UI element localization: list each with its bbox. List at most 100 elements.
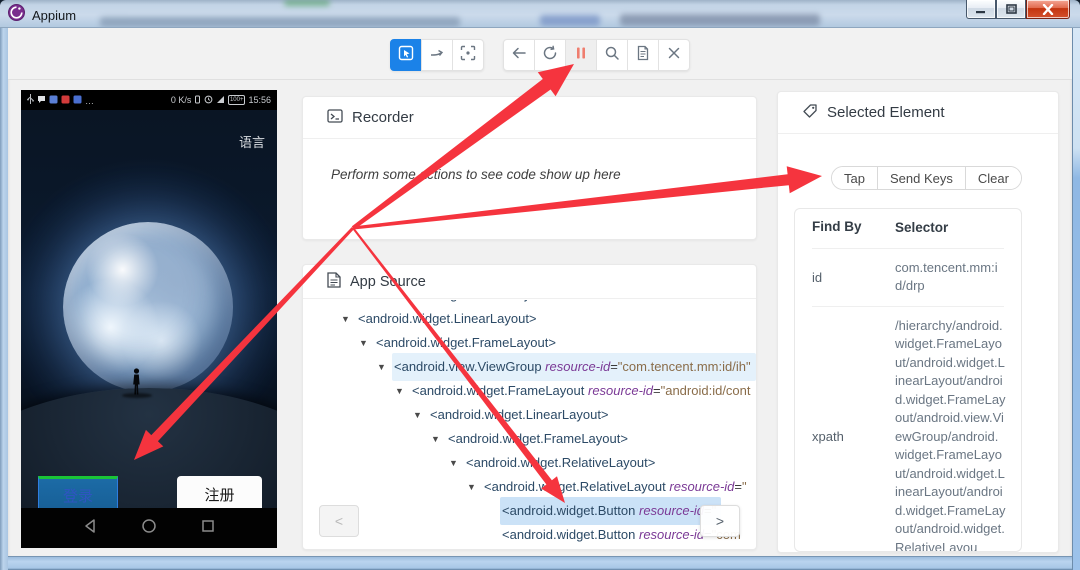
earth-image — [63, 222, 233, 392]
tree-node-relativelayout[interactable]: ▼ <android.widget.RelativeLayout resource… — [303, 475, 756, 499]
tree-node-button[interactable]: <android.widget.Button resource-id=" — [303, 497, 756, 525]
net-speed: 0 K/s — [170, 95, 192, 105]
selector-table-header: Find By Selector — [795, 209, 1021, 248]
refresh-icon — [542, 45, 558, 66]
title-bar: Appium — [0, 0, 1080, 28]
pause-recording-button[interactable] — [565, 39, 597, 71]
col-selector: Selector — [895, 220, 949, 235]
pause-icon — [573, 45, 589, 66]
caret-down-icon[interactable]: ▼ — [341, 307, 356, 331]
session-controls-group — [503, 39, 690, 71]
android-nav-bar — [21, 508, 277, 548]
col-find-by: Find By — [812, 219, 862, 234]
expand-tree-button[interactable]: > — [700, 505, 740, 537]
close-button[interactable] — [1026, 0, 1070, 19]
desktop-glare — [620, 14, 820, 26]
desktop-glare — [100, 17, 460, 27]
desktop-glare — [540, 15, 600, 26]
device-status-bar: … 0 K/s 100+ 15:56 — [21, 90, 277, 110]
minimize-button[interactable] — [966, 0, 996, 19]
collapse-tree-button[interactable]: < — [319, 505, 359, 537]
recorder-empty-message: Perform some actions to see code show up… — [331, 167, 621, 182]
interaction-mode-group — [390, 39, 484, 71]
selector-table: Find By Selector id com.tencent.mm:id/drp… — [794, 208, 1022, 552]
selector-row-xpath: xpath/hierarchy/android.widget.FrameLayo… — [795, 307, 1021, 552]
tag-icon — [802, 103, 818, 123]
tree-node-framelayout[interactable]: ▼<android.widget.FrameLayout> — [303, 331, 756, 355]
recorder-header: Recorder — [303, 97, 756, 139]
app-icon — [73, 95, 82, 106]
tree-node-button[interactable]: <android.widget.Button resource-id="com — [303, 523, 756, 547]
copy-xml-source-button[interactable] — [627, 39, 659, 71]
selector-row-id: id com.tencent.mm:id/drp — [795, 249, 1021, 306]
main-content: … 0 K/s 100+ 15:56 语言 登录 注册 Recorder Per… — [8, 28, 1072, 556]
send-keys-button[interactable]: Send Keys — [876, 167, 965, 189]
appium-window: Appium … 0 K/s 100+ 15:56 语言 登录 注册 Recor… — [0, 0, 1080, 570]
selected-element-title: Selected Element — [827, 104, 945, 121]
source-tree: ▼<android.widget.FrameLayout>▼<android.w… — [303, 300, 756, 548]
window-title: Appium — [32, 7, 77, 23]
login-button: 登录 — [38, 476, 118, 508]
selected-element-panel: Selected Element Tap Send Keys Clear Fin… — [777, 91, 1059, 553]
recorder-icon — [327, 108, 343, 128]
selector-value: /hierarchy/android.widget.FrameLayout/an… — [895, 317, 1006, 552]
caret-down-icon[interactable]: ▼ — [413, 403, 428, 427]
element-actions-group: Tap Send Keys Clear — [831, 166, 1022, 190]
caret-down-icon[interactable]: ▼ — [359, 331, 374, 355]
selected-element-header: Selected Element — [778, 92, 1058, 134]
chat-icon — [37, 95, 46, 106]
search-for-element-button[interactable] — [596, 39, 628, 71]
selector-value: com.tencent.mm:id/drp — [895, 259, 998, 294]
app-source-panel: App Source ▼<android.widget.FrameLayout>… — [302, 264, 757, 550]
caret-down-icon[interactable]: ▼ — [449, 451, 464, 475]
app-source-icon — [327, 271, 341, 292]
nav-back-icon — [82, 518, 98, 539]
tree-node-framelayout[interactable]: ▼ <android.widget.FrameLayout resource-id… — [303, 379, 756, 403]
alarm-icon — [204, 95, 213, 106]
vibrate-icon — [194, 95, 201, 106]
select-elements-button[interactable] — [390, 39, 422, 71]
tap-element-button[interactable]: Tap — [832, 167, 877, 189]
more-icon: … — [85, 96, 94, 106]
swipe-arrow-icon — [429, 45, 445, 66]
window-border-left — [0, 28, 8, 570]
tap-by-coordinates-button[interactable] — [452, 39, 484, 71]
cursor-box-icon — [398, 45, 414, 66]
app-source-title: App Source — [350, 273, 426, 290]
person-silhouette — [122, 368, 152, 398]
inspector-toolbar — [8, 28, 1072, 80]
nav-home-icon — [141, 518, 157, 539]
caret-down-icon[interactable]: ▼ — [377, 355, 392, 379]
status-left-icons: … — [27, 94, 97, 106]
tree-node-relativelayout[interactable]: ▼ <android.widget.RelativeLayout> — [303, 451, 756, 475]
caret-down-icon[interactable]: ▼ — [431, 427, 446, 451]
tree-node-viewgroup[interactable]: ▼ <android.view.ViewGroup resource-id="co… — [303, 353, 756, 381]
desktop-glare — [284, 0, 330, 6]
window-border-right — [1072, 28, 1080, 570]
nav-recents-icon — [200, 518, 216, 539]
usb-icon — [27, 94, 34, 106]
tree-node-linearlayout[interactable]: ▼ <android.widget.LinearLayout> — [303, 403, 756, 427]
arrow-left-icon — [511, 45, 527, 66]
device-screenshot[interactable]: … 0 K/s 100+ 15:56 语言 登录 注册 — [21, 90, 277, 548]
swipe-by-coordinates-button[interactable] — [421, 39, 453, 71]
tree-node-framelayout[interactable]: ▼<android.widget.FrameLayout> — [303, 427, 756, 451]
register-button: 注册 — [177, 476, 262, 508]
maximize-button[interactable] — [996, 0, 1026, 19]
caret-down-icon[interactable]: ▼ — [467, 475, 482, 499]
recorder-title: Recorder — [352, 109, 414, 126]
refresh-source-button[interactable] — [534, 39, 566, 71]
caret-down-icon[interactable]: ▼ — [395, 379, 410, 403]
app-icon — [61, 95, 70, 106]
back-button[interactable] — [503, 39, 535, 71]
appium-logo — [8, 4, 25, 26]
clear-element-button[interactable]: Clear — [964, 167, 1021, 189]
close-icon — [666, 45, 682, 66]
app-source-header: App Source — [303, 265, 756, 299]
document-icon — [635, 45, 651, 66]
recorder-panel: Recorder Perform some actions to see cod… — [302, 96, 757, 240]
status-time: 15:56 — [248, 95, 271, 105]
app-splash-screen: 语言 登录 注册 — [21, 110, 277, 508]
quit-session-button[interactable] — [658, 39, 690, 71]
tree-node-linearlayout[interactable]: ▼ <android.widget.LinearLayout> — [303, 307, 756, 331]
